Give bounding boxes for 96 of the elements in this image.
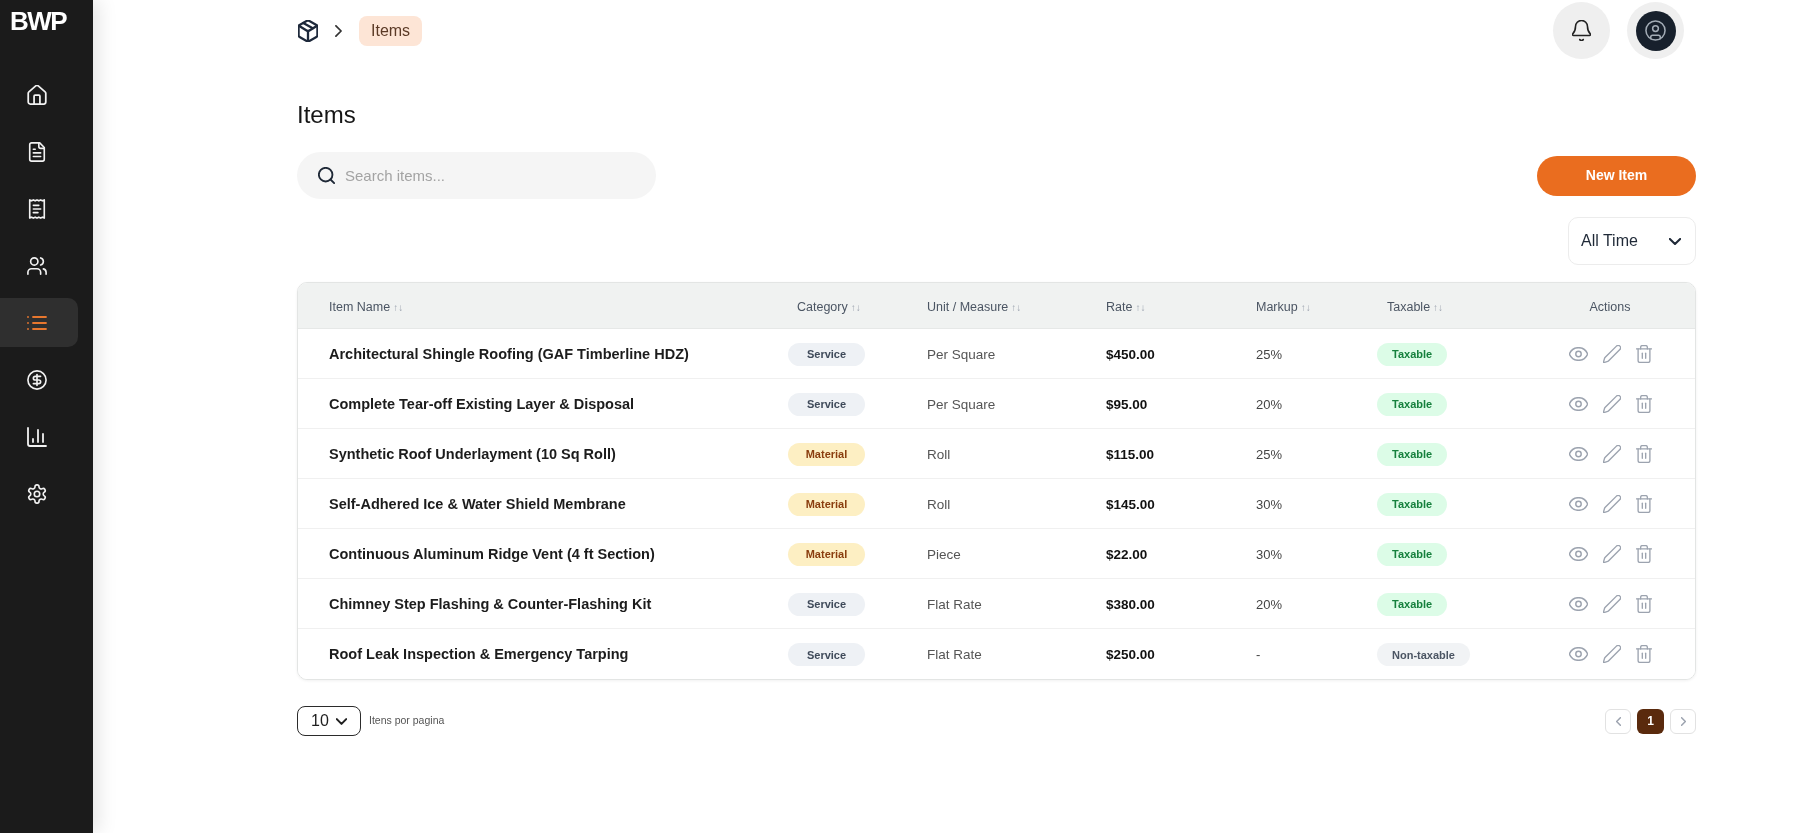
per-page-label: Itens por pagina: [369, 713, 445, 729]
column-header[interactable]: Item Name ↑↓: [329, 299, 404, 314]
rate-text: $380.00: [1106, 596, 1155, 612]
per-page-dropdown[interactable]: 10: [297, 706, 361, 736]
page-button[interactable]: 1: [1637, 708, 1664, 734]
item-name: Roof Leak Inspection & Emergency Tarping: [329, 646, 629, 662]
item-name: Continuous Aluminum Ridge Vent (4 ft Section): [329, 545, 655, 562]
category-tag: Service: [788, 592, 865, 616]
document-icon: [27, 141, 47, 162]
markup-text: 25%: [1256, 446, 1283, 462]
column-header: Actions: [1589, 299, 1631, 314]
trash-icon[interactable]: [1635, 394, 1652, 413]
trash-icon[interactable]: [1635, 594, 1652, 613]
column-header[interactable]: Unit / Measure ↑↓: [927, 299, 1022, 314]
home-icon: [27, 84, 47, 105]
package-icon[interactable]: [298, 19, 318, 42]
chevron-right-icon: [1680, 716, 1686, 726]
unit-text: Per Square: [927, 396, 996, 412]
pencil-icon[interactable]: [1602, 444, 1621, 463]
breadcrumb-current[interactable]: Items: [359, 15, 423, 46]
chevron-down-icon: [1669, 237, 1681, 245]
search-icon: [318, 167, 335, 184]
item-name: Chimney Step Flashing & Counter-Flashing Kit: [329, 595, 652, 612]
trash-icon[interactable]: [1635, 444, 1652, 463]
taxable-tag: Taxable: [1377, 442, 1448, 466]
unit-text: Roll: [927, 446, 951, 462]
eye-icon[interactable]: [1568, 346, 1588, 361]
pencil-icon[interactable]: [1602, 494, 1621, 513]
rate-text: $145.00: [1106, 496, 1155, 512]
chevron-right-icon: [335, 24, 342, 37]
unit-text: Per Square: [927, 346, 996, 362]
taxable-tag: Taxable: [1377, 492, 1448, 516]
period-dropdown[interactable]: All Time: [1568, 217, 1696, 265]
next-page-button[interactable]: [1670, 708, 1696, 734]
item-name: Synthetic Roof Underlayment (10 Sq Roll): [329, 445, 616, 462]
category-tag: Material: [788, 542, 865, 566]
rate-text: $450.00: [1106, 346, 1155, 362]
unit-text: Piece: [927, 546, 961, 562]
column-header[interactable]: Rate ↑↓: [1106, 299, 1146, 314]
eye-icon[interactable]: [1568, 596, 1588, 611]
previous-page-button[interactable]: [1605, 708, 1631, 734]
unit-text: Flat Rate: [927, 596, 982, 612]
pencil-icon[interactable]: [1602, 594, 1621, 613]
category-tag: Service: [788, 342, 865, 366]
receipt-icon: [27, 198, 47, 219]
rate-text: $95.00: [1106, 396, 1148, 412]
unit-text: Roll: [927, 496, 951, 512]
category-tag: Service: [788, 643, 865, 667]
column-header[interactable]: Category ↑↓: [797, 299, 861, 314]
category-tag: Service: [788, 392, 865, 416]
user-circle-icon: [1645, 20, 1666, 41]
logo: BWP: [10, 9, 67, 33]
markup-text: 30%: [1256, 546, 1283, 562]
trash-icon[interactable]: [1635, 544, 1652, 563]
settings-icon: [27, 483, 47, 504]
rate-text: $22.00: [1106, 546, 1148, 562]
trash-icon[interactable]: [1635, 494, 1652, 513]
taxable-tag: Taxable: [1377, 542, 1448, 566]
column-header[interactable]: Markup ↑↓: [1256, 299, 1311, 314]
chevron-left-icon: [1615, 716, 1621, 726]
markup-text: 30%: [1256, 496, 1283, 512]
item-name: Self-Adhered Ice & Water Shield Membrane: [329, 495, 626, 512]
trash-icon[interactable]: [1635, 645, 1652, 663]
rate-text: $115.00: [1106, 446, 1155, 462]
taxable-tag: Non-taxable: [1377, 643, 1470, 667]
eye-icon[interactable]: [1568, 496, 1588, 511]
category-tag: Material: [788, 442, 865, 466]
markup-text: -: [1256, 647, 1261, 662]
search-field[interactable]: Search items...: [297, 152, 656, 199]
taxable-tag: Taxable: [1377, 592, 1448, 616]
page-title: Items: [297, 100, 356, 130]
category-tag: Material: [788, 492, 865, 516]
item-name: Complete Tear-off Existing Layer & Disposal: [329, 395, 635, 412]
chevron-down-icon: [335, 717, 347, 725]
pencil-icon[interactable]: [1602, 344, 1621, 363]
pencil-icon[interactable]: [1602, 394, 1621, 413]
bar-chart-icon: [27, 426, 47, 447]
rate-text: $250.00: [1106, 647, 1155, 662]
markup-text: 25%: [1256, 346, 1283, 362]
taxable-tag: Taxable: [1377, 342, 1448, 366]
pencil-icon[interactable]: [1602, 645, 1621, 663]
eye-icon[interactable]: [1568, 446, 1588, 461]
eye-icon[interactable]: [1568, 647, 1588, 661]
unit-text: Flat Rate: [927, 647, 982, 662]
dollar-circle-icon: [27, 369, 47, 390]
bell-icon: [1572, 20, 1591, 41]
pencil-icon[interactable]: [1602, 544, 1621, 563]
eye-icon[interactable]: [1568, 546, 1588, 561]
trash-icon[interactable]: [1635, 344, 1652, 363]
markup-text: 20%: [1256, 596, 1283, 612]
users-icon: [27, 255, 47, 276]
item-name: Architectural Shingle Roofing (GAF Timberline HDZ): [329, 345, 689, 362]
eye-icon[interactable]: [1568, 396, 1588, 411]
taxable-tag: Taxable: [1377, 392, 1448, 416]
column-header[interactable]: Taxable ↑↓: [1387, 299, 1444, 314]
markup-text: 20%: [1256, 396, 1283, 412]
